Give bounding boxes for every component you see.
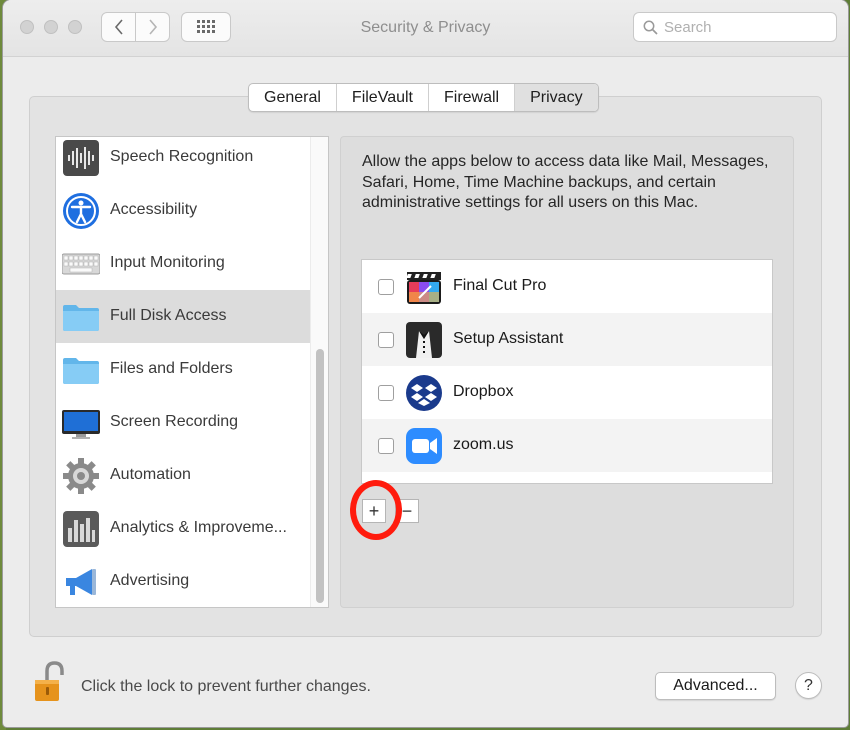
tab-bar: General FileVault Firewall Privacy: [248, 83, 599, 112]
megaphone-icon: [66, 569, 96, 595]
app-checkbox[interactable]: [378, 385, 394, 401]
accessibility-icon: [63, 193, 99, 229]
highlight-circle: [350, 480, 402, 540]
sidebar-item-accessibility[interactable]: Accessibility: [56, 184, 310, 237]
sidebar-item-analytics[interactable]: Analytics & Improveme...: [56, 502, 310, 555]
access-description: Allow the apps below to access data like…: [362, 153, 769, 211]
tab-firewall[interactable]: Firewall: [429, 84, 516, 111]
search-input[interactable]: Search: [633, 12, 837, 42]
sidebar-item-label: Advertising: [110, 572, 190, 589]
sidebar-item-label: Speech Recognition: [110, 148, 254, 165]
waveform-icon: [63, 140, 99, 176]
tab-privacy[interactable]: Privacy: [515, 84, 598, 111]
final-cut-pro-icon: [406, 272, 441, 304]
unlocked-lock-icon[interactable]: [33, 661, 67, 703]
app-list[interactable]: Final Cut Pro Setup Assistant Dropbox zo…: [361, 259, 773, 484]
tab-filevault[interactable]: FileVault: [337, 84, 429, 111]
tab-general[interactable]: General: [249, 84, 337, 111]
app-name: Setup Assistant: [453, 330, 564, 347]
app-name: Final Cut Pro: [453, 277, 547, 294]
list-item: Final Cut Pro: [362, 260, 772, 313]
privacy-category-list[interactable]: Speech Recognition Accessibility Input M…: [55, 136, 329, 608]
list-item: zoom.us: [362, 419, 772, 472]
title-bar: Security & Privacy Search: [3, 0, 848, 57]
sidebar-item-input-monitoring[interactable]: Input Monitoring: [56, 237, 310, 290]
search-icon: [643, 20, 658, 35]
setup-assistant-icon: [406, 322, 442, 358]
sidebar-item-automation[interactable]: Automation: [56, 449, 310, 502]
list-item: Setup Assistant: [362, 313, 772, 366]
dropbox-icon: [406, 375, 442, 411]
sidebar-item-advertising[interactable]: Advertising: [56, 555, 310, 607]
app-checkbox[interactable]: [378, 438, 394, 454]
help-button[interactable]: ?: [795, 672, 822, 699]
sidebar-item-screen-recording[interactable]: Screen Recording: [56, 396, 310, 449]
sidebar-item-label: Analytics & Improveme...: [110, 519, 287, 536]
bar-chart-icon: [63, 511, 99, 547]
folder-icon: [63, 358, 99, 384]
search-placeholder: Search: [664, 19, 712, 36]
app-checkbox[interactable]: [378, 332, 394, 348]
sidebar-item-label: Full Disk Access: [110, 307, 227, 324]
gear-icon: [63, 458, 99, 494]
sidebar-item-label: Files and Folders: [110, 360, 233, 377]
app-checkbox[interactable]: [378, 279, 394, 295]
sidebar-item-label: Screen Recording: [110, 413, 239, 430]
sidebar-item-label: Input Monitoring: [110, 254, 225, 271]
sidebar-item-files-and-folders[interactable]: Files and Folders: [56, 343, 310, 396]
preferences-window: Security & Privacy Search General FileVa…: [3, 0, 848, 727]
app-name: Dropbox: [453, 383, 514, 400]
sidebar-scrollbar[interactable]: [310, 137, 328, 607]
advanced-button[interactable]: Advanced...: [655, 672, 776, 700]
keyboard-icon: [62, 253, 100, 275]
display-icon: [62, 410, 100, 439]
lock-status-text: Click the lock to prevent further change…: [81, 678, 371, 695]
sidebar-item-label: Accessibility: [110, 201, 198, 218]
sidebar-item-speech-recognition[interactable]: Speech Recognition: [56, 137, 310, 184]
folder-icon: [63, 305, 99, 331]
list-item: Dropbox: [362, 366, 772, 419]
scrollbar-thumb[interactable]: [316, 349, 324, 603]
zoom-icon: [406, 428, 442, 464]
sidebar-item-label: Automation: [110, 466, 191, 483]
sidebar-item-full-disk-access[interactable]: Full Disk Access: [56, 290, 310, 343]
app-name: zoom.us: [453, 436, 514, 453]
